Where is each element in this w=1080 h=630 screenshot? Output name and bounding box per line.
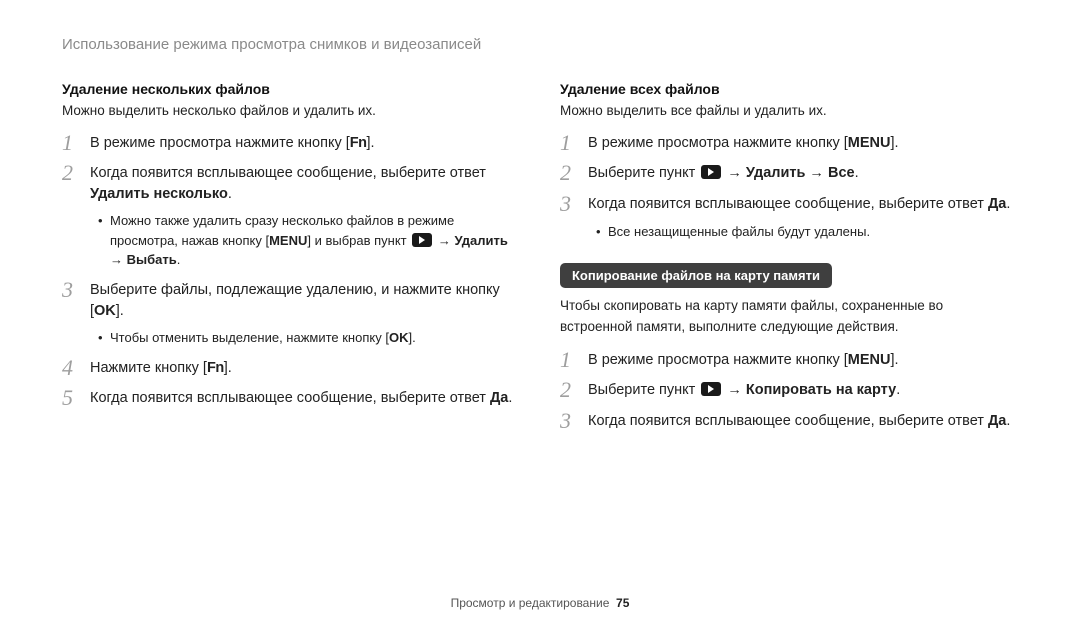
step-text: ]. bbox=[116, 303, 124, 319]
step-number: 4 bbox=[62, 356, 80, 380]
ok-key: OK bbox=[94, 303, 116, 319]
step-text: Когда появится всплывающее сообщение, вы… bbox=[588, 196, 988, 212]
left-intro: Можно выделить несколько файлов и удалит… bbox=[62, 101, 520, 121]
step-text: В режиме просмотра нажмите кнопку [ bbox=[588, 352, 848, 368]
bold-text: Удалить bbox=[454, 233, 507, 248]
step-text: ]. bbox=[890, 135, 898, 151]
step-text: ]. bbox=[224, 360, 232, 376]
step-text: Когда появится всплывающее сообщение, вы… bbox=[90, 390, 490, 406]
right-heading: Удаление всех файлов bbox=[560, 81, 1018, 97]
left-step-1: 1 В режиме просмотра нажмите кнопку [Fn]… bbox=[62, 131, 520, 155]
step-text: В режиме просмотра нажмите кнопку [ bbox=[90, 135, 350, 151]
step-number: 1 bbox=[560, 348, 578, 372]
left-bullets-1: Можно также удалить сразу несколько файл… bbox=[98, 211, 520, 270]
bold-text: Копировать на карту bbox=[746, 382, 896, 398]
step-number: 2 bbox=[560, 378, 578, 402]
bold-text: Удалить bbox=[746, 165, 806, 181]
step-text: → bbox=[805, 165, 828, 181]
right-intro: Можно выделить все файлы и удалить их. bbox=[560, 101, 1018, 121]
ok-key: OK bbox=[389, 330, 409, 345]
footer-label: Просмотр и редактирование bbox=[451, 596, 610, 610]
step-number: 2 bbox=[560, 161, 578, 185]
copy-step-2: 2 Выберите пункт → Копировать на карту. bbox=[560, 378, 1018, 402]
step-text: ]. bbox=[366, 135, 374, 151]
bold-text: Да bbox=[988, 196, 1006, 212]
step-text: Когда появится всплывающее сообщение, вы… bbox=[90, 165, 486, 181]
bullet-text: Чтобы отменить выделение, нажмите кнопку… bbox=[110, 330, 389, 345]
step-text: → bbox=[723, 165, 746, 181]
step-text: Выберите файлы, подлежащие удалению, и н… bbox=[90, 282, 500, 319]
step-text: → bbox=[723, 382, 746, 398]
page-footer: Просмотр и редактирование 75 bbox=[0, 596, 1080, 610]
step-text: Выберите пункт bbox=[588, 165, 699, 181]
step-number: 3 bbox=[560, 409, 578, 433]
bold-text: Да bbox=[988, 413, 1006, 429]
left-step-3: 3 Выберите файлы, подлежащие удалению, и… bbox=[62, 278, 520, 322]
bold-text: Удалить несколько bbox=[90, 186, 228, 202]
step-text: . bbox=[896, 382, 900, 398]
left-step-4: 4 Нажмите кнопку [Fn]. bbox=[62, 356, 520, 380]
bullet-text: ] и выбрав пункт bbox=[307, 233, 410, 248]
fn-key: Fn bbox=[350, 135, 367, 151]
step-number: 5 bbox=[62, 386, 80, 410]
right-column: Удаление всех файлов Можно выделить все … bbox=[560, 81, 1018, 439]
step-text: . bbox=[1006, 413, 1010, 429]
fn-key: Fn bbox=[207, 360, 224, 376]
bullet-text: → bbox=[434, 233, 454, 248]
left-step-2: 2 Когда появится всплывающее сообщение, … bbox=[62, 161, 520, 205]
right-bullets-1: Все незащищенные файлы будут удалены. bbox=[596, 222, 1018, 242]
step-number: 2 bbox=[62, 161, 80, 185]
step-number: 1 bbox=[560, 131, 578, 155]
page-header: Использование режима просмотра снимков и… bbox=[62, 36, 1018, 53]
left-bullets-2: Чтобы отменить выделение, нажмите кнопку… bbox=[98, 328, 520, 348]
section-desc: Чтобы скопировать на карту памяти файлы,… bbox=[560, 296, 1018, 338]
menu-key: MENU bbox=[848, 352, 891, 368]
step-text: . bbox=[855, 165, 859, 181]
right-step-2: 2 Выберите пункт → Удалить → Все. bbox=[560, 161, 1018, 185]
copy-step-1: 1 В режиме просмотра нажмите кнопку [MEN… bbox=[560, 348, 1018, 372]
step-number: 1 bbox=[62, 131, 80, 155]
bullet-text: → bbox=[110, 252, 127, 267]
bold-text: Все bbox=[828, 165, 855, 181]
content-columns: Удаление нескольких файлов Можно выделит… bbox=[62, 81, 1018, 439]
step-number: 3 bbox=[62, 278, 80, 302]
bullet-text: ]. bbox=[408, 330, 415, 345]
bullet-text: Все незащищенные файлы будут удалены. bbox=[596, 222, 1018, 242]
step-text: Когда появится всплывающее сообщение, вы… bbox=[588, 413, 988, 429]
step-text: Выберите пункт bbox=[588, 382, 699, 398]
bullet-text: . bbox=[177, 252, 181, 267]
left-step-5: 5 Когда появится всплывающее сообщение, … bbox=[62, 386, 520, 410]
menu-key: MENU bbox=[848, 135, 891, 151]
page-number: 75 bbox=[616, 596, 629, 610]
right-step-1: 1 В режиме просмотра нажмите кнопку [MEN… bbox=[560, 131, 1018, 155]
step-text: В режиме просмотра нажмите кнопку [ bbox=[588, 135, 848, 151]
step-number: 3 bbox=[560, 192, 578, 216]
play-icon bbox=[701, 165, 721, 179]
step-text: . bbox=[1006, 196, 1010, 212]
menu-key: MENU bbox=[269, 233, 307, 248]
step-text: . bbox=[228, 186, 232, 202]
section-pill: Копирование файлов на карту памяти bbox=[560, 263, 832, 288]
bold-text: Да bbox=[490, 390, 508, 406]
step-text: . bbox=[508, 390, 512, 406]
step-text: ]. bbox=[890, 352, 898, 368]
left-column: Удаление нескольких файлов Можно выделит… bbox=[62, 81, 520, 439]
bold-text: Выбать bbox=[127, 252, 177, 267]
copy-step-3: 3 Когда появится всплывающее сообщение, … bbox=[560, 409, 1018, 433]
step-text: Нажмите кнопку [ bbox=[90, 360, 207, 376]
left-heading: Удаление нескольких файлов bbox=[62, 81, 520, 97]
right-step-3: 3 Когда появится всплывающее сообщение, … bbox=[560, 192, 1018, 216]
play-icon bbox=[412, 233, 432, 247]
play-icon bbox=[701, 382, 721, 396]
